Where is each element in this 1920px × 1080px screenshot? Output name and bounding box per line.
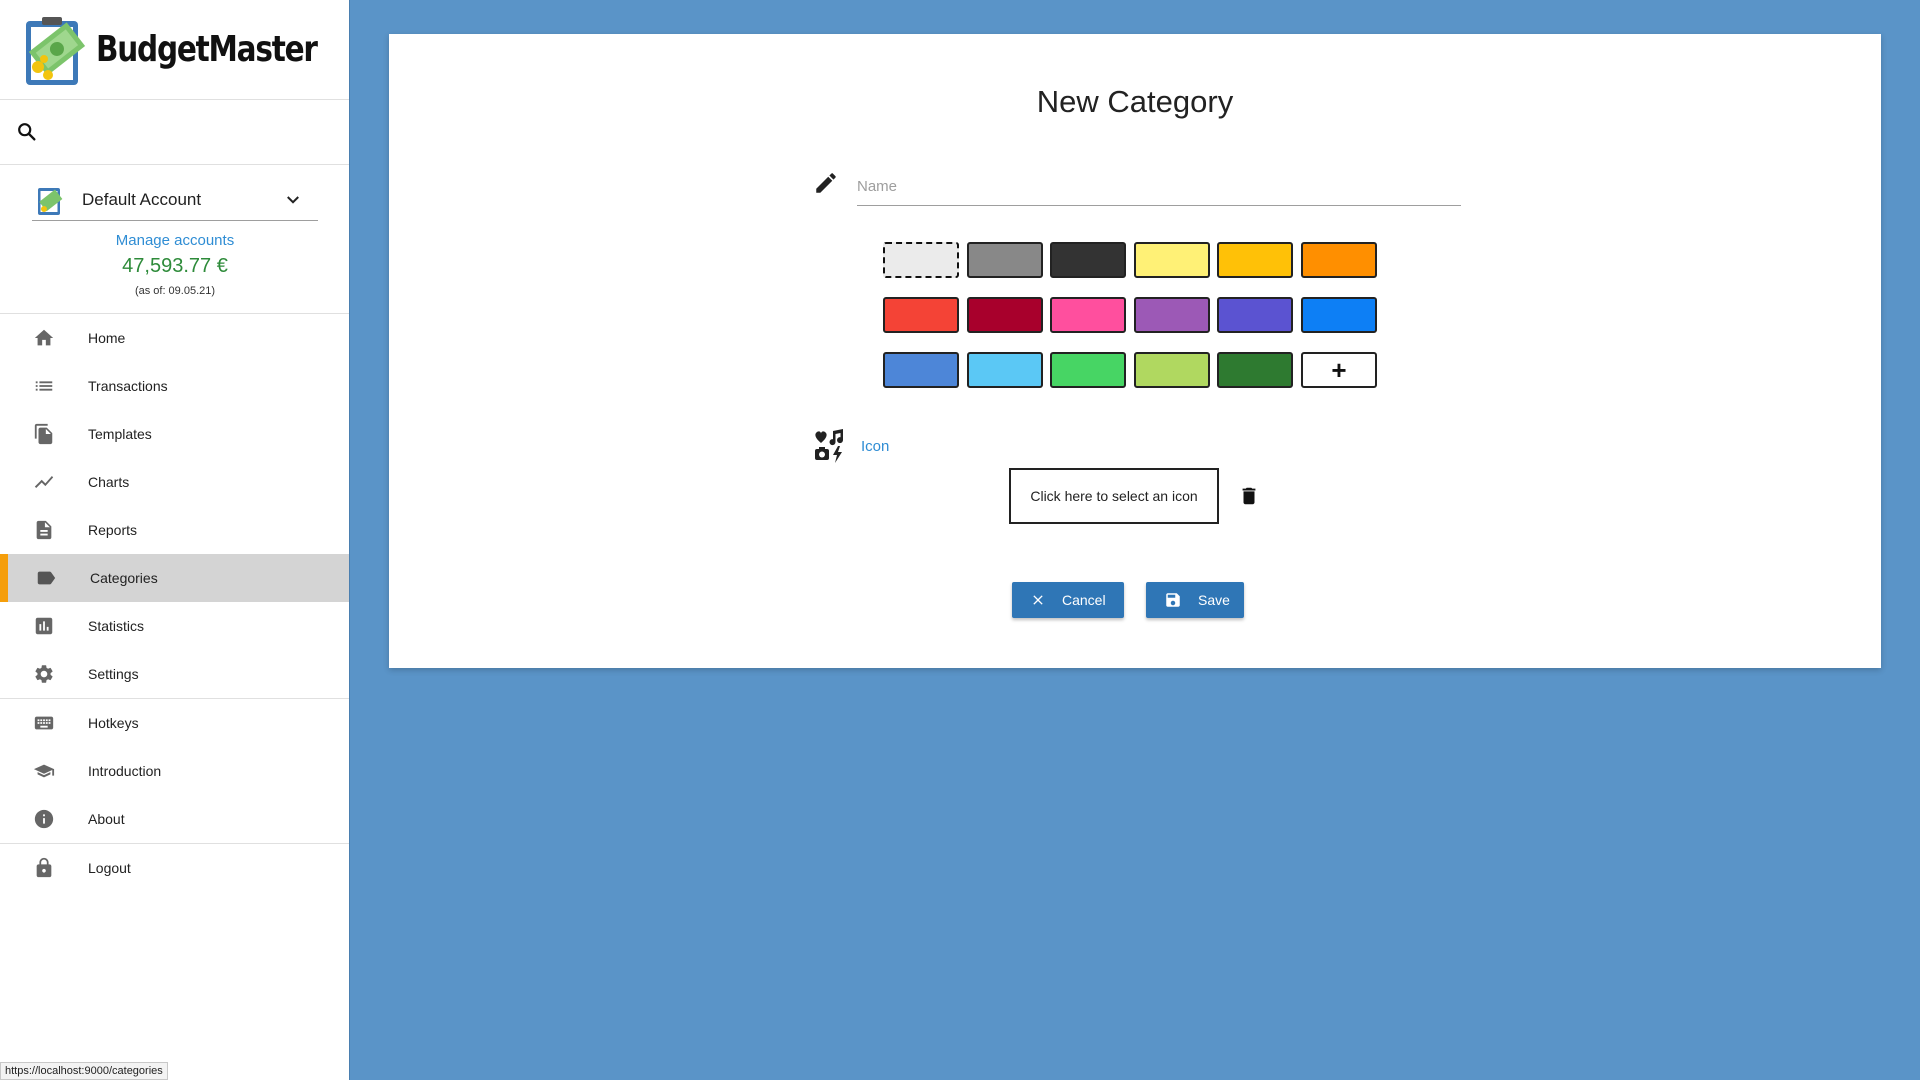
pencil-icon [816, 173, 836, 193]
icon-label: Icon [861, 437, 890, 455]
graduation-cap-icon [32, 759, 56, 783]
nav-item-categories[interactable]: Categories [0, 554, 349, 602]
color-swatch[interactable] [1134, 297, 1210, 333]
nav-item-statistics[interactable]: Statistics [0, 602, 349, 650]
list-icon [32, 374, 56, 398]
nav-item-home[interactable]: Home [0, 314, 349, 362]
nav-label: About [88, 811, 125, 827]
nav-label: Transactions [88, 378, 168, 394]
name-field-row [813, 162, 1461, 206]
nav-item-charts[interactable]: Charts [0, 458, 349, 506]
color-swatch[interactable] [883, 242, 959, 278]
info-icon [32, 807, 56, 831]
custom-color-button[interactable]: + [1301, 352, 1377, 388]
color-swatch[interactable] [1301, 297, 1377, 333]
color-swatch[interactable] [883, 352, 959, 388]
report-icon [32, 518, 56, 542]
nav-label: Logout [88, 860, 131, 876]
new-category-card: New Category + [389, 34, 1881, 668]
nav-label: Reports [88, 522, 138, 538]
color-swatch[interactable] [1050, 297, 1126, 333]
color-swatch[interactable] [1217, 242, 1293, 278]
color-swatch[interactable] [1217, 352, 1293, 388]
manage-accounts-link[interactable]: Manage accounts [0, 232, 350, 249]
color-swatch[interactable] [967, 242, 1043, 278]
category-name-input[interactable] [857, 162, 1461, 206]
gear-icon [32, 662, 56, 686]
brand-name: BudgetMaster [96, 29, 318, 70]
color-swatch[interactable] [1217, 297, 1293, 333]
nav-item-transactions[interactable]: Transactions [0, 362, 349, 410]
chart-line-icon [32, 470, 56, 494]
nav-label: Templates [88, 426, 152, 442]
color-swatch[interactable] [1301, 242, 1377, 278]
save-button[interactable]: Save [1146, 582, 1244, 618]
color-swatch[interactable] [1050, 352, 1126, 388]
nav-item-reports[interactable]: Reports [0, 506, 349, 554]
select-icon-button[interactable]: Click here to select an icon [1009, 468, 1219, 524]
color-swatch[interactable] [1050, 242, 1126, 278]
balance-as-of: (as of: 09.05.21) [134, 285, 216, 297]
page-title: New Category [1036, 84, 1234, 119]
account-name: Default Account [82, 189, 202, 209]
color-swatch[interactable] [967, 297, 1043, 333]
account-icon [38, 187, 63, 215]
close-icon [1030, 592, 1046, 608]
nav-label: Charts [88, 474, 130, 490]
nav-item-hotkeys[interactable]: Hotkeys [0, 699, 349, 747]
nav-label: Introduction [88, 763, 162, 779]
search-icon[interactable] [16, 121, 38, 143]
account-select[interactable]: Default Account [32, 179, 318, 221]
nav-label: Home [88, 330, 126, 346]
nav-item-introduction[interactable]: Introduction [0, 747, 349, 795]
nav-item-settings[interactable]: Settings [0, 650, 349, 698]
trash-icon[interactable] [1238, 484, 1260, 508]
account-balance: 47,593.77 € [122, 255, 228, 277]
nav-item-templates[interactable]: Templates [0, 410, 349, 458]
icon-field-row: Icon [813, 428, 889, 464]
home-icon [32, 326, 56, 350]
statistics-icon [32, 614, 56, 638]
save-icon [1164, 591, 1182, 609]
nav-item-logout[interactable]: Logout [0, 844, 349, 892]
cancel-button-label: Cancel [1062, 592, 1106, 608]
templates-icon [32, 422, 56, 446]
sidebar: BudgetMaster Default Account Manage acco… [0, 0, 350, 1080]
main-nav: Home Transactions Templates Charts Repor… [0, 314, 349, 892]
budgetmaster-logo-icon[interactable] [22, 11, 88, 89]
nav-label: Hotkeys [88, 715, 139, 731]
save-button-label: Save [1198, 592, 1230, 608]
label-icon [34, 566, 58, 590]
color-swatch[interactable] [967, 352, 1043, 388]
color-swatch[interactable] [1134, 242, 1210, 278]
nav-item-about[interactable]: About [0, 795, 349, 843]
nav-label: Statistics [88, 618, 145, 634]
chevron-down-icon[interactable] [284, 191, 302, 209]
color-swatch[interactable] [883, 297, 959, 333]
lock-icon [32, 856, 56, 880]
color-swatch[interactable] [1134, 352, 1210, 388]
plus-icon: + [1331, 355, 1347, 385]
search-row[interactable] [0, 100, 349, 165]
account-block: Default Account Manage accounts 47,593.7… [0, 165, 349, 314]
status-bar-url: https://localhost:9000/categories [0, 1062, 168, 1080]
keyboard-icon [32, 711, 56, 735]
nav-label: Categories [90, 570, 158, 586]
cancel-button[interactable]: Cancel [1012, 582, 1124, 618]
nav-label: Settings [88, 666, 139, 682]
icons-category-icon [815, 429, 844, 463]
logo-area: BudgetMaster [0, 0, 349, 100]
